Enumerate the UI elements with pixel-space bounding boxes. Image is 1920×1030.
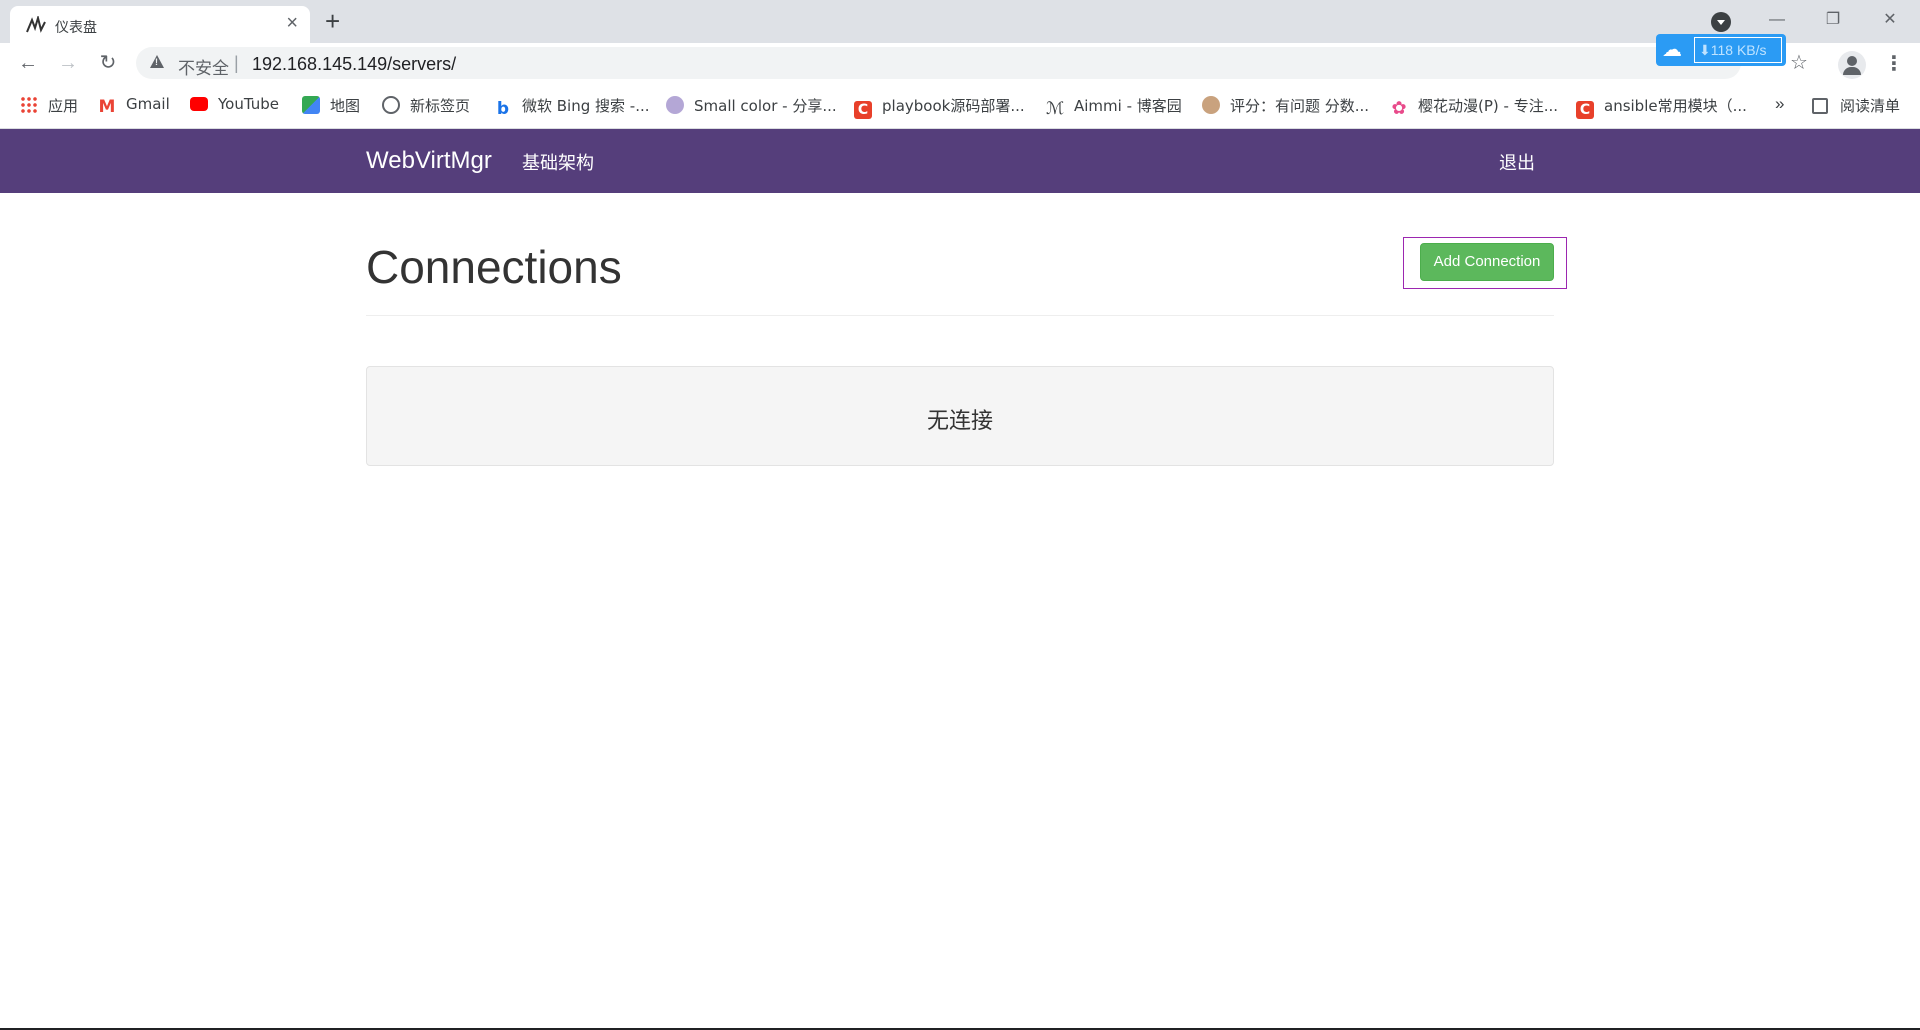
bookmark-item[interactable]: Cansible常用模块（... <box>1576 95 1747 119</box>
bookmarks-bar: 应用 M Gmail YouTube 地图 新标签页 b 微软 Bing 搜索 -.… <box>0 83 1920 129</box>
reading-list-icon <box>1812 98 1828 114</box>
csdn-icon: C <box>854 101 872 119</box>
bookmark-item[interactable]: Small color - 分享... <box>666 95 837 117</box>
browser-toolbar: ← → ↻ 不安全 | 192.168.145.149/servers/ <box>0 43 1920 83</box>
address-url[interactable]: 192.168.145.149/servers/ <box>252 54 456 75</box>
bookmark-item[interactable]: 应用 <box>20 95 78 117</box>
add-connection-highlight: Add Connection <box>1403 237 1567 289</box>
add-connection-button[interactable]: Add Connection <box>1420 243 1554 281</box>
brand-link[interactable]: WebVirtMgr <box>366 147 492 175</box>
bookmark-item[interactable]: 评分：有问题 分数... <box>1202 95 1369 117</box>
tab-close-icon[interactable]: × <box>286 13 298 33</box>
logout-link[interactable]: 退出 <box>1499 149 1535 175</box>
download-speed-badge[interactable]: ☁ ⬇118 KB/s <box>1656 34 1786 66</box>
gmail-icon: M <box>98 97 116 117</box>
window-minimize-button[interactable]: — <box>1757 6 1797 34</box>
tab-search-icon[interactable] <box>1711 12 1731 32</box>
browser-tabstrip: 仪表盘 × + — ❐ ✕ <box>0 0 1920 43</box>
nav-link-infrastructure[interactable]: 基础架构 <box>522 149 594 175</box>
bookmark-item[interactable]: 地图 <box>302 95 360 117</box>
address-bar[interactable]: 不安全 | 192.168.145.149/servers/ <box>136 47 1741 79</box>
csdn-icon: C <box>1576 101 1594 119</box>
webvirtmgr-favicon-icon <box>26 16 46 33</box>
page-title: Connections <box>366 241 622 293</box>
apps-grid-icon <box>20 96 38 114</box>
security-status[interactable]: 不安全 <box>178 54 229 79</box>
maps-icon <box>302 96 320 114</box>
bookmark-item[interactable]: b 微软 Bing 搜索 -... <box>494 95 650 119</box>
bookmark-item[interactable]: YouTube <box>190 95 279 117</box>
baidu-cloud-icon: ☁ <box>1662 39 1682 61</box>
new-tab-button[interactable]: + <box>325 7 340 35</box>
globe-icon <box>382 96 400 114</box>
browser-tab-active[interactable]: 仪表盘 × <box>10 6 310 43</box>
window-restore-button[interactable]: ❐ <box>1813 6 1853 34</box>
anime-avatar-icon <box>1202 96 1220 114</box>
bookmark-item[interactable]: ✿ 樱花动漫(P) - 专注... <box>1390 95 1558 119</box>
download-speed: ⬇118 KB/s <box>1694 37 1782 63</box>
smallcolor-icon <box>666 96 684 114</box>
reading-list-button[interactable]: 阅读清单 <box>1812 95 1900 116</box>
bookmark-item[interactable]: 新标签页 <box>382 95 470 117</box>
bing-icon: b <box>496 99 510 119</box>
title-divider <box>366 315 1554 316</box>
sakura-icon: ✿ <box>1391 98 1407 119</box>
tab-title: 仪表盘 <box>55 20 97 36</box>
warning-triangle-icon <box>150 55 164 68</box>
back-arrow-icon[interactable]: ← <box>14 49 42 77</box>
bookmark-item[interactable]: M Gmail <box>98 95 170 117</box>
aimmi-icon: ℳ <box>1046 99 1065 119</box>
address-separator: | <box>234 53 239 73</box>
profile-avatar-icon[interactable] <box>1838 51 1866 79</box>
bookmark-item[interactable]: Cplaybook源码部署... <box>854 95 1025 119</box>
youtube-icon <box>190 97 208 111</box>
browser-menu-icon[interactable]: ⋮ <box>1884 51 1904 76</box>
window-close-button[interactable]: ✕ <box>1870 6 1910 34</box>
forward-arrow-icon[interactable]: → <box>54 49 82 77</box>
empty-state-message: 无连接 <box>926 409 993 434</box>
reload-icon[interactable]: ↻ <box>94 49 122 77</box>
app-navbar: WebVirtMgr 基础架构 退出 <box>0 129 1920 193</box>
bookmark-star-icon[interactable]: ☆ <box>1790 50 1808 75</box>
bookmark-item[interactable]: ℳ Aimmi - 博客园 <box>1046 95 1182 119</box>
connections-empty-well: 无连接 <box>366 366 1554 466</box>
bookmarks-overflow-chevron-icon[interactable]: » <box>1775 94 1784 114</box>
